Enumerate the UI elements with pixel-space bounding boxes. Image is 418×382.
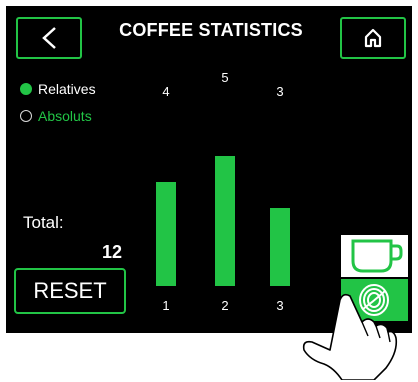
chart-data-label: 3: [276, 84, 283, 99]
chart-data-label: 5: [221, 70, 228, 85]
total-value: 12: [101, 242, 122, 262]
pointing-hand-icon: [302, 293, 398, 380]
chart-bar-3: [270, 208, 290, 286]
chart-bar-2: [215, 156, 235, 286]
chart-bar-1: [156, 182, 176, 286]
cup-view-button[interactable]: [341, 235, 408, 277]
chart-tick-label: 2: [221, 298, 228, 313]
chart-tick-label: 1: [162, 298, 169, 313]
chart-tick-label: 3: [276, 298, 283, 313]
coffee-cup-icon: [351, 239, 403, 273]
total-label: Total:: [23, 213, 64, 232]
reset-button[interactable]: RESET: [14, 268, 126, 314]
chart-data-label: 4: [162, 84, 169, 99]
